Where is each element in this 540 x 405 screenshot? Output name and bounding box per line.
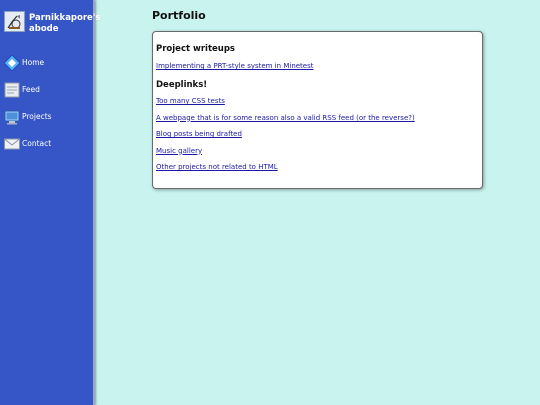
sidebar-item-contact[interactable]: Contact bbox=[0, 130, 93, 157]
sidebar-item-label: Feed bbox=[22, 85, 40, 94]
envelope-icon bbox=[4, 138, 20, 149]
link-rss-webpage[interactable]: A webpage that is for some reason also a… bbox=[156, 114, 479, 122]
sidebar-item-label: Home bbox=[22, 58, 45, 67]
sidebar-item-label: Projects bbox=[22, 112, 52, 121]
portfolio-card: Project writeups Implementing a PRT-styl… bbox=[152, 31, 483, 189]
sidebar-item-feed[interactable]: Feed bbox=[0, 76, 93, 103]
sidebar-item-projects[interactable]: Projects bbox=[0, 103, 93, 130]
link-blog-drafts[interactable]: Blog posts being drafted bbox=[156, 130, 479, 138]
gramophone-logo-icon[interactable] bbox=[4, 11, 25, 32]
link-css-tests[interactable]: Too many CSS tests bbox=[156, 97, 479, 105]
sidebar-item-home[interactable]: Home bbox=[0, 49, 93, 76]
link-prt-minetest[interactable]: Implementing a PRT-style system in Minet… bbox=[156, 62, 479, 70]
link-other-projects[interactable]: Other projects not related to HTML bbox=[156, 163, 479, 171]
section-heading-project-writeups: Project writeups bbox=[156, 44, 235, 54]
computer-monitor-icon bbox=[4, 110, 20, 124]
sidebar-nav: Home Feed Projects Contact bbox=[0, 49, 93, 157]
section-heading-deeplinks: Deeplinks! bbox=[156, 80, 208, 90]
link-music-gallery[interactable]: Music gallery bbox=[156, 147, 479, 155]
sidebar: Parnikkapore's abode Home Feed Projects … bbox=[0, 0, 100, 405]
page-title: Portfolio bbox=[152, 9, 206, 22]
site-header[interactable]: Parnikkapore's abode bbox=[0, 0, 100, 35]
sidebar-item-label: Contact bbox=[22, 139, 52, 148]
site-title[interactable]: Parnikkapore's abode bbox=[29, 13, 100, 35]
feed-document-icon bbox=[4, 82, 20, 97]
home-diamond-icon bbox=[4, 54, 20, 71]
